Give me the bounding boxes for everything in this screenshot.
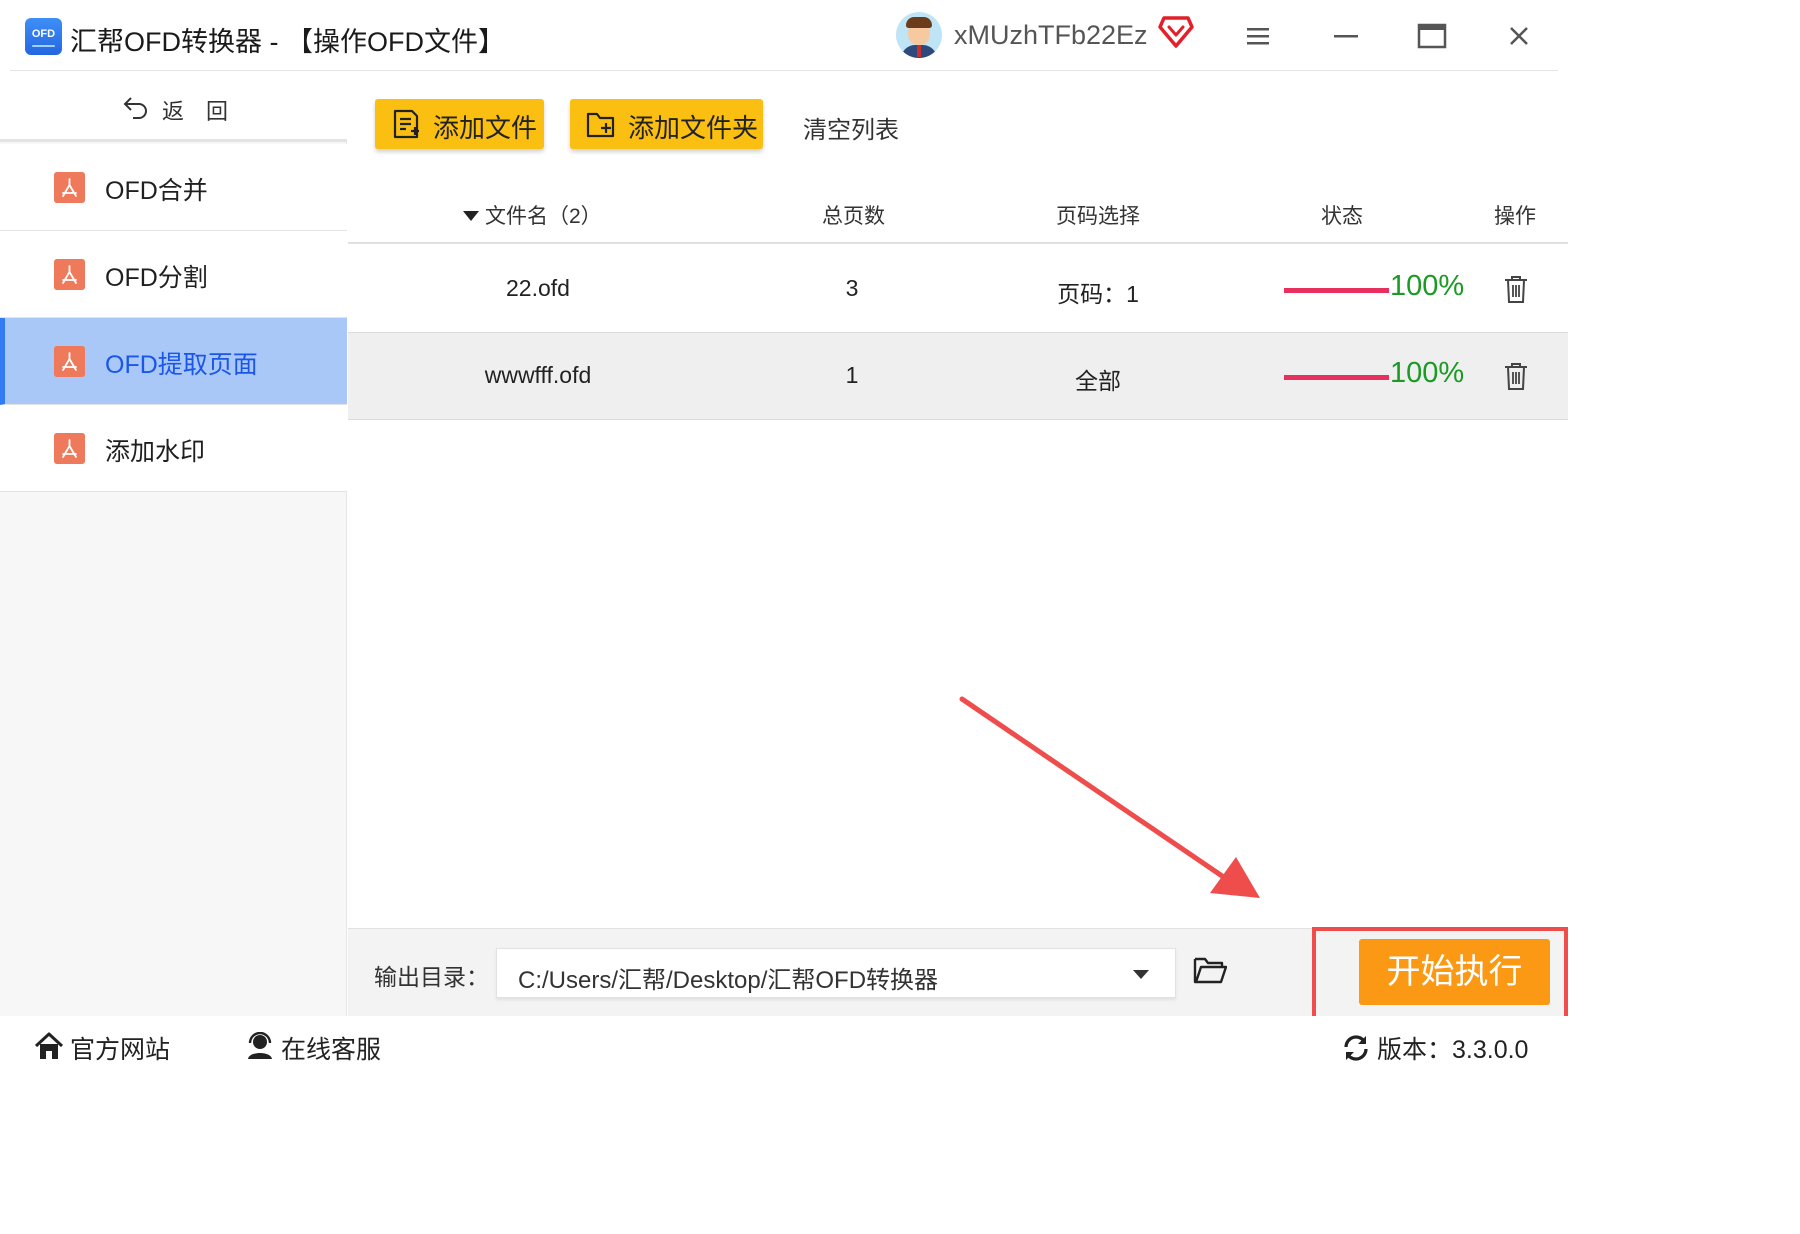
trash-icon[interactable] <box>1502 274 1530 304</box>
file-name-cell: wwwfff.ofd <box>484 362 592 388</box>
add-folder-button[interactable]: 添加文件夹 <box>570 99 763 149</box>
online-service-link[interactable]: 在线客服 <box>245 1030 395 1064</box>
customer-service-icon <box>248 1032 272 1059</box>
app-window: OFD 汇帮OFD转换器 - 【操作OFD文件】 xMUzhTFb22Ez 返回… <box>0 0 1568 1078</box>
sidebar-nav: OFD合并 OFD分割 OFD提取页面 添加水印 <box>0 144 347 492</box>
output-dir-select[interactable]: C:/Users/汇帮/Desktop/汇帮OFD转换器 <box>496 948 1176 998</box>
add-file-button[interactable]: 添加文件 <box>375 99 544 149</box>
sidebar-item-ofd-extract-pages[interactable]: OFD提取页面 <box>0 318 347 405</box>
table-row[interactable]: wwwfff.ofd 1 全部 100% <box>348 333 1568 420</box>
back-arrow-icon <box>123 97 147 119</box>
minimize-icon[interactable] <box>1330 20 1362 52</box>
output-dir-label: 输出目录： <box>374 964 489 990</box>
progress-bar <box>1284 375 1389 380</box>
title-bar: OFD 汇帮OFD转换器 - 【操作OFD文件】 xMUzhTFb22Ez <box>0 0 1568 72</box>
page-select-cell[interactable]: 页码：1 <box>1018 275 1178 309</box>
column-header-total-pages: 总页数 <box>822 205 885 228</box>
table-row[interactable]: 22.ofd 3 页码：1 100% <box>348 246 1568 333</box>
sidebar-item-ofd-split[interactable]: OFD分割 <box>0 231 347 318</box>
progress-bar <box>1284 288 1389 293</box>
column-header-status: 状态 <box>1321 205 1363 228</box>
menu-icon[interactable] <box>1242 20 1274 52</box>
pdf-file-icon <box>54 346 85 377</box>
sidebar-item-label: 添加水印 <box>105 438 206 466</box>
home-icon <box>34 1032 64 1059</box>
sort-down-icon <box>463 211 479 221</box>
output-bar: 输出目录： C:/Users/汇帮/Desktop/汇帮OFD转换器 开始执行 <box>348 927 1568 1027</box>
column-header-filename[interactable]: 文件名（2） <box>463 200 602 230</box>
username[interactable]: xMUzhTFb22Ez <box>954 20 1148 51</box>
start-button[interactable]: 开始执行 <box>1359 939 1550 1005</box>
version-info[interactable]: 版本：3.3.0.0 <box>1342 1030 1552 1064</box>
sidebar: 返回 OFD合并 OFD分割 OFD提取页面 添加水印 <box>0 72 347 1016</box>
main-panel: 添加文件 添加文件夹 清空列表 文件名（2） 总页数 页码选择 状态 操作 22… <box>348 72 1568 928</box>
refresh-icon <box>1344 1035 1368 1061</box>
table-header: 文件名（2） 总页数 页码选择 状态 操作 <box>348 180 1568 244</box>
progress-fill <box>1284 288 1389 293</box>
pdf-file-icon <box>54 259 85 290</box>
clear-list-button[interactable]: 清空列表 <box>803 110 899 145</box>
add-folder-icon <box>586 112 615 138</box>
sidebar-item-label: OFD提取页面 <box>105 351 258 379</box>
progress-fill <box>1284 375 1389 380</box>
trash-icon[interactable] <box>1502 361 1530 391</box>
sidebar-item-add-watermark[interactable]: 添加水印 <box>0 405 347 492</box>
output-dir-value: C:/Users/汇帮/Desktop/汇帮OFD转换器 <box>518 967 939 994</box>
title-divider <box>10 70 1558 71</box>
add-file-icon <box>393 109 419 139</box>
sidebar-item-ofd-merge[interactable]: OFD合并 <box>0 144 347 231</box>
back-label: 返回 <box>162 99 251 124</box>
footer: 官方网站 在线客服 版本：3.3.0.0 <box>0 1016 1568 1078</box>
total-pages-cell: 1 <box>845 362 859 388</box>
sidebar-item-label: OFD合并 <box>105 177 208 205</box>
app-logo-icon: OFD <box>25 18 62 55</box>
progress-percent: 100% <box>1390 270 1465 302</box>
file-list: 22.ofd 3 页码：1 100% wwwfff.ofd 1 全部 100% <box>348 246 1568 420</box>
pdf-file-icon <box>54 433 85 464</box>
back-button[interactable]: 返回 <box>0 72 347 142</box>
chevron-down-icon[interactable] <box>1133 970 1149 979</box>
window-title: 汇帮OFD转换器 - 【操作OFD文件】 <box>70 27 505 57</box>
close-icon[interactable] <box>1503 20 1535 52</box>
page-select-cell[interactable]: 全部 <box>1018 362 1178 396</box>
column-header-operations: 操作 <box>1494 205 1536 228</box>
add-folder-label: 添加文件夹 <box>628 113 759 143</box>
official-site-link[interactable]: 官方网站 <box>34 1030 184 1064</box>
file-name-cell: 22.ofd <box>506 275 570 301</box>
vip-diamond-icon[interactable] <box>1158 15 1194 49</box>
pdf-file-icon <box>54 172 85 203</box>
sidebar-item-label: OFD分割 <box>105 264 208 292</box>
avatar[interactable] <box>896 12 942 58</box>
maximize-icon[interactable] <box>1416 20 1448 52</box>
progress-percent: 100% <box>1390 357 1465 389</box>
column-header-page-select: 页码选择 <box>1056 205 1140 228</box>
total-pages-cell: 3 <box>845 275 859 301</box>
folder-open-icon[interactable] <box>1193 955 1227 985</box>
add-file-label: 添加文件 <box>433 113 538 143</box>
